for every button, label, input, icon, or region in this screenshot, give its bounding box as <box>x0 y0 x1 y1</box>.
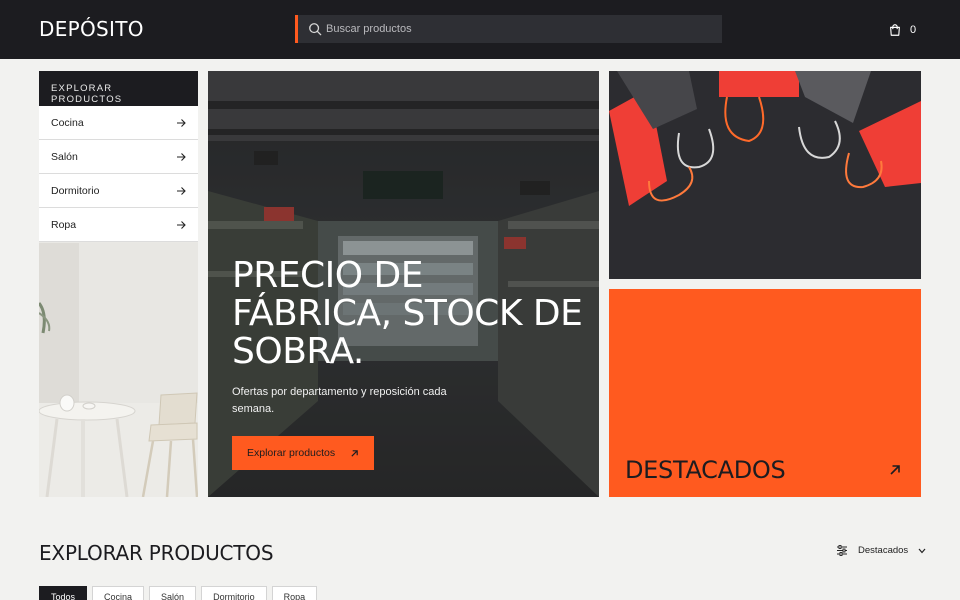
category-panel: EXPLORAR PRODUCTOS Cocina Salón Dormitor… <box>39 71 198 497</box>
filter-chip-cocina[interactable]: Cocina <box>92 586 145 600</box>
section-title: EXPLORAR PRODUCTOS <box>39 541 274 565</box>
filter-chip-todos[interactable]: Todos <box>39 586 88 600</box>
shopping-bags-photo <box>609 71 921 279</box>
search-icon <box>309 23 322 36</box>
cart-count: 0 <box>910 24 917 36</box>
category-item-label: Dormitorio <box>51 184 100 197</box>
category-item-dormitorio[interactable]: Dormitorio <box>39 174 198 208</box>
category-item-label: Ropa <box>51 218 77 231</box>
hero-banner: PRECIO DE FÁBRICA, STOCK DE SOBRA. Ofert… <box>208 71 599 497</box>
arrow-up-right-icon <box>351 449 358 457</box>
hero-title: PRECIO DE FÁBRICA, STOCK DE SOBRA. <box>232 255 583 372</box>
arrow-right-icon <box>177 152 186 161</box>
category-item-salon[interactable]: Salón <box>39 140 198 174</box>
hero-subtitle: Ofertas por departamento y reposición ca… <box>232 386 447 415</box>
category-item-label: Salón <box>51 150 78 163</box>
shopping-bag-icon <box>890 24 900 36</box>
category-item-cocina[interactable]: Cocina <box>39 106 198 140</box>
shopping-bags-tile[interactable] <box>609 71 921 279</box>
filter-chip-salon[interactable]: Salón <box>149 586 197 600</box>
category-item-ropa[interactable]: Ropa <box>39 208 198 242</box>
search-bar[interactable] <box>295 15 722 43</box>
sort-label: Destacados <box>858 545 909 556</box>
category-item-label: Cocina <box>51 116 84 129</box>
search-input[interactable] <box>326 15 716 43</box>
arrow-right-icon <box>177 186 186 195</box>
arrow-up-right-icon <box>890 465 900 475</box>
filter-chip-ropa[interactable]: Ropa <box>271 586 318 600</box>
interior-photo <box>39 243 198 497</box>
filter-chips: Todos Cocina Salón Dormitorio Ropa <box>39 586 318 600</box>
arrow-right-icon <box>177 220 186 229</box>
category-panel-title: EXPLORAR PRODUCTOS <box>39 71 198 106</box>
top-header: DEPÓSITO 0 <box>0 0 960 59</box>
brand-logo[interactable]: DEPÓSITO <box>39 17 144 41</box>
arrow-right-icon <box>177 118 186 127</box>
featured-tile[interactable]: DESTACADOS <box>609 289 921 497</box>
featured-label: DESTACADOS <box>625 456 786 484</box>
sort-dropdown[interactable]: Destacados <box>836 545 926 556</box>
button-label: Explorar productos <box>247 447 336 459</box>
cart-button[interactable]: 0 <box>888 21 922 39</box>
chevron-down-icon <box>918 548 926 553</box>
sliders-icon <box>837 545 847 556</box>
explore-products-button[interactable]: Explorar productos <box>232 436 374 470</box>
filter-chip-dormitorio[interactable]: Dormitorio <box>201 586 267 600</box>
